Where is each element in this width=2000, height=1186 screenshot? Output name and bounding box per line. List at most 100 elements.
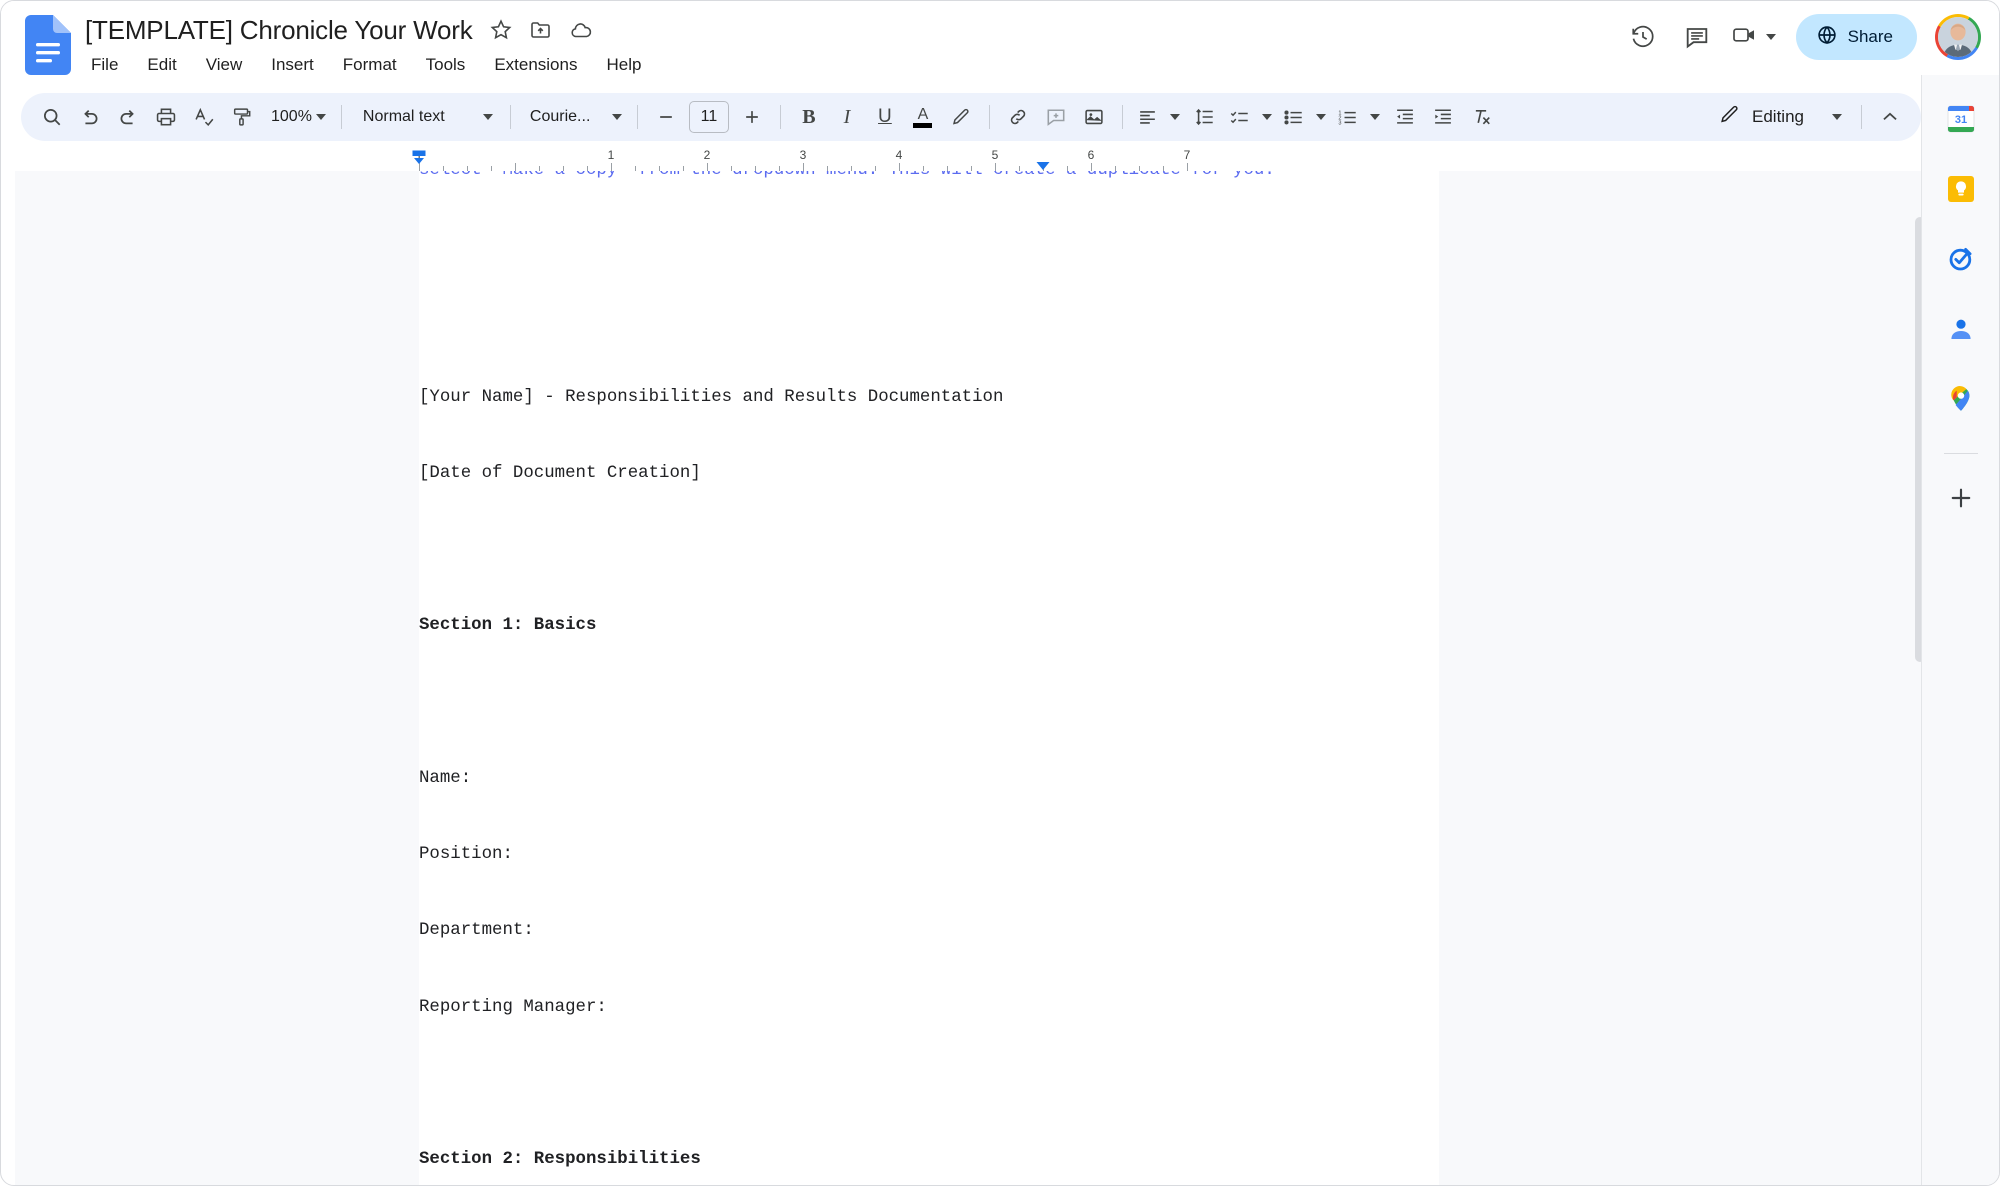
add-comment-icon[interactable] [1037, 98, 1075, 136]
document-page[interactable]: select "Make a copy" from the dropdown m… [419, 171, 1439, 1185]
menu-item-extensions[interactable]: Extensions [490, 51, 581, 79]
menu-item-format[interactable]: Format [339, 51, 401, 79]
line-spacing-icon[interactable] [1186, 98, 1224, 136]
doc-line-reporting-manager: Reporting Manager: [419, 997, 607, 1017]
side-panel-divider [1943, 453, 1978, 454]
google-docs-window: [TEMPLATE] Chronicle Your Work File Edit… [0, 0, 2000, 1186]
menu-item-view[interactable]: View [202, 51, 247, 79]
bold-label: B [802, 105, 816, 128]
menu-bar: File Edit View Insert Format Tools Exten… [85, 51, 645, 79]
plus-icon[interactable] [1939, 476, 1983, 520]
doc-blank-line [419, 1071, 1439, 1096]
side-panel: 31 [1921, 75, 1999, 1185]
increase-font-size-button[interactable] [733, 98, 771, 136]
zoom-level-selector[interactable]: 100% [261, 98, 332, 136]
bulleted-list-control [1278, 98, 1332, 136]
doc-line-position: Position: [419, 845, 513, 865]
text-color-button[interactable]: A [904, 98, 942, 136]
align-left-icon[interactable] [1132, 98, 1164, 136]
pencil-icon [1719, 104, 1740, 130]
doc-line-name: Name: [419, 768, 472, 788]
svg-text:31: 31 [1954, 114, 1966, 126]
google-docs-logo[interactable] [25, 15, 71, 75]
doc-heading-section-2: Section 2: Responsibilities [419, 1149, 701, 1169]
toolbar-divider [779, 105, 781, 129]
toolbar-divider [509, 105, 511, 129]
move-to-folder-icon[interactable] [529, 18, 553, 42]
redo-icon[interactable] [109, 98, 147, 136]
main-toolbar: 100% Normal text Courie... 11 B I U A 1 … [21, 93, 1921, 141]
meet-button[interactable] [1727, 13, 1782, 61]
highlight-pen-icon[interactable] [942, 98, 980, 136]
insert-link-icon[interactable] [999, 98, 1037, 136]
text-color-label: A [917, 105, 929, 123]
menu-item-file[interactable]: File [87, 51, 122, 79]
share-button[interactable]: Share [1795, 14, 1917, 60]
chevron-down-icon [315, 114, 326, 120]
bulleted-list-dropdown-chevron-down-icon[interactable] [1310, 98, 1332, 136]
italic-button[interactable]: I [828, 98, 866, 136]
ruler-number: 5 [991, 149, 999, 162]
menu-item-edit[interactable]: Edit [143, 51, 180, 79]
google-contacts-icon[interactable] [1939, 307, 1983, 351]
toolbar-divider [988, 105, 990, 129]
chevron-down-icon [611, 114, 622, 120]
italic-label: I [843, 105, 851, 128]
chevron-down-icon [482, 114, 493, 120]
increase-indent-icon[interactable] [1424, 98, 1462, 136]
decrease-indent-icon[interactable] [1386, 98, 1424, 136]
comment-history-icon[interactable] [1673, 13, 1721, 61]
clipped-instruction-line: select "Make a copy" from the dropdown m… [419, 171, 1275, 183]
font-family-selector[interactable]: Courie... [520, 98, 628, 136]
ruler-number: 6 [1087, 149, 1095, 162]
font-size-input[interactable]: 11 [688, 101, 729, 133]
undo-icon[interactable] [71, 98, 109, 136]
clear-formatting-icon[interactable] [1462, 98, 1500, 136]
chevron-down-icon [1765, 34, 1776, 40]
insert-image-icon[interactable] [1075, 98, 1113, 136]
numbered-list-icon[interactable]: 1 2 3 [1332, 98, 1364, 136]
bold-button[interactable]: B [790, 98, 828, 136]
numbered-list-dropdown-chevron-down-icon[interactable] [1364, 98, 1386, 136]
page-title[interactable]: [TEMPLATE] Chronicle Your Work [85, 15, 473, 45]
paint-format-icon[interactable] [223, 98, 261, 136]
google-calendar-icon[interactable]: 31 [1939, 97, 1983, 141]
chevron-down-icon [1832, 114, 1842, 120]
title-row: [TEMPLATE] Chronicle Your Work [85, 13, 645, 47]
ruler-number: 7 [1183, 149, 1191, 162]
paragraph-style-selector[interactable]: Normal text [351, 98, 501, 136]
checklist-icon[interactable] [1224, 98, 1256, 136]
align-dropdown-chevron-down-icon[interactable] [1164, 98, 1186, 136]
right-indent-marker[interactable] [1035, 158, 1051, 170]
meet-camera-icon [1731, 22, 1759, 53]
header-actions: Share [1619, 13, 1981, 61]
chevron-up-icon[interactable] [1871, 98, 1909, 136]
search-icon[interactable] [33, 98, 71, 136]
star-icon[interactable] [489, 18, 513, 42]
decrease-font-size-button[interactable] [647, 98, 685, 136]
editing-mode-button[interactable]: Editing [1707, 98, 1852, 136]
header-left-group: [TEMPLATE] Chronicle Your Work File Edit… [85, 1, 645, 79]
menu-item-insert[interactable]: Insert [267, 51, 318, 79]
document-body[interactable]: select "Make a copy" from the dropdown m… [419, 171, 1439, 1185]
underline-button[interactable]: U [866, 98, 904, 136]
account-avatar[interactable] [1935, 14, 1981, 60]
doc-line-title: [Your Name] - Responsibilities and Resul… [419, 387, 1004, 407]
menu-item-tools[interactable]: Tools [422, 51, 470, 79]
version-history-icon[interactable] [1619, 13, 1667, 61]
toolbar-divider [340, 105, 342, 129]
cloud-saved-icon[interactable] [569, 18, 593, 42]
checklist-dropdown-chevron-down-icon[interactable] [1256, 98, 1278, 136]
toolbar-divider [1121, 105, 1123, 129]
spellcheck-icon[interactable] [185, 98, 223, 136]
google-maps-icon[interactable] [1939, 377, 1983, 421]
bulleted-list-icon[interactable] [1278, 98, 1310, 136]
menu-item-help[interactable]: Help [602, 51, 645, 79]
left-indent-marker[interactable] [411, 150, 427, 168]
document-ruler[interactable]: 1 1 2 3 4 5 6 7 [15, 149, 1879, 171]
google-keep-icon[interactable] [1939, 167, 1983, 211]
google-tasks-icon[interactable] [1939, 237, 1983, 281]
document-canvas[interactable]: select "Make a copy" from the dropdown m… [15, 171, 1921, 1185]
print-icon[interactable] [147, 98, 185, 136]
zoom-level-value: 100% [271, 108, 312, 125]
